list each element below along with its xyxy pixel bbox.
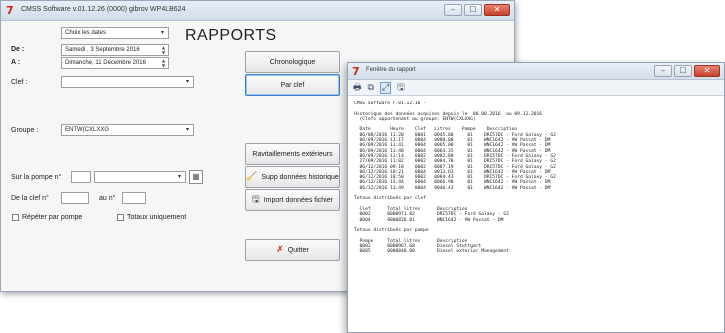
date-from-value: Samedi , 3 Septembre 2016 — [65, 47, 140, 53]
totaux-label: Totaux uniquement — [127, 214, 187, 221]
totaux-checkbox[interactable] — [117, 214, 124, 221]
groupe-select-value: ENTW(CXLXXG — [65, 127, 110, 133]
chronologique-label: Chronologique — [269, 58, 316, 66]
minimize-button[interactable]: – — [444, 4, 462, 16]
app-logo-icon: 7 — [6, 4, 14, 17]
copy-icon[interactable]: ⧉ — [368, 83, 374, 93]
print-icon[interactable]: 🖶 — [353, 80, 362, 96]
quitter-button[interactable]: ✗ Quitter — [245, 239, 340, 261]
close-button[interactable]: ✕ — [484, 4, 510, 16]
groupe-label: Groupe : — [11, 127, 39, 134]
save-icon[interactable]: 🖫 — [397, 80, 405, 96]
window-title: CMSS Software v.01.12.26 (0000) gibrov W… — [21, 6, 186, 13]
import-button[interactable]: 🖫 Import données fichier — [245, 189, 340, 211]
report-line: 0085 0000840.00 Diesel exterior Manageme… — [354, 249, 509, 255]
chevron-down-icon: ▾ — [177, 173, 181, 180]
chronologique-button[interactable]: Chronologique — [245, 51, 340, 73]
chevron-down-icon: ▾ — [185, 78, 189, 85]
broom-icon: 🧹 — [246, 172, 258, 182]
clef-label: Clef : — [11, 79, 28, 86]
suppression-label: Supp données historique — [261, 173, 339, 181]
calculator-icon[interactable]: ▦ — [189, 170, 203, 184]
pompe-label: Sur la pompe n° — [11, 174, 62, 181]
ravitaillements-button[interactable]: Ravitaillements extérieurs — [245, 143, 340, 165]
chevron-down-icon: ▾ — [160, 29, 164, 36]
groupe-select[interactable]: ENTW(CXLXXG ▾ — [61, 124, 194, 136]
repeter-label: Répéter par pompe — [22, 214, 83, 221]
par-clef-label: Par clef — [280, 81, 305, 89]
period-select[interactable]: Choix les dates ▾ — [61, 27, 169, 39]
clef-to-input[interactable] — [122, 192, 146, 204]
de-label: De : — [11, 46, 25, 53]
clef-select[interactable]: ▾ — [61, 76, 194, 88]
report-toolbar: 🖶 ⧉ ⤢ 🖫 — [348, 80, 724, 96]
report-text: CMSS Software r.01.12.16 - Historique des… — [354, 101, 720, 332]
close-button[interactable]: ✕ — [694, 65, 720, 77]
import-label: Import données fichier — [263, 196, 333, 204]
report-window-title: Fenêtre du rapport — [366, 67, 416, 73]
spinner-icon[interactable]: ▲ ▼ — [160, 58, 167, 68]
pompe-number-input[interactable] — [71, 171, 91, 183]
au-label: au n° — [99, 195, 116, 202]
pompe-select[interactable]: ▾ — [94, 171, 186, 183]
par-clef-button[interactable]: Par clef — [245, 74, 340, 96]
maximize-button[interactable]: ☐ — [674, 65, 692, 77]
repeter-checkbox[interactable] — [12, 214, 19, 221]
a-label: A : — [11, 59, 21, 66]
spinner-icon[interactable]: ▲ ▼ — [160, 45, 167, 55]
minimize-button[interactable]: – — [654, 65, 672, 77]
de-clef-label: De la clef n° — [11, 195, 49, 202]
clef-from-input[interactable] — [61, 192, 89, 204]
period-select-value: Choix les dates — [65, 30, 107, 36]
date-to-picker[interactable]: Dimanche, 11 Décembre 2016 ▲ ▼ — [61, 57, 169, 69]
maximize-button[interactable]: ☐ — [464, 4, 482, 16]
title-bar: 7 CMSS Software v.01.12.26 (0000) gibrov… — [1, 1, 514, 21]
save-disk-icon: 🖫 — [252, 195, 260, 205]
report-title-bar: 7 Fenêtre du rapport – ☐ ✕ — [348, 63, 724, 80]
suppression-button[interactable]: 🧹 Supp données historique — [245, 166, 340, 188]
close-x-icon: ✗ — [276, 245, 284, 255]
report-window: 7 Fenêtre du rapport – ☐ ✕ 🖶 ⧉ ⤢ 🖫 CMSS … — [347, 62, 725, 333]
date-to-value: Dimanche, 11 Décembre 2016 — [65, 60, 146, 66]
zoom-icon[interactable]: ⤢ — [379, 81, 392, 94]
date-from-picker[interactable]: Samedi , 3 Septembre 2016 ▲ ▼ — [61, 44, 169, 56]
ravitaillements-label: Ravitaillements extérieurs — [252, 150, 333, 158]
chevron-down-icon: ▾ — [185, 126, 189, 133]
quitter-label: Quitter — [287, 246, 309, 254]
app-logo-icon: 7 — [352, 65, 360, 78]
page-title: RAPPORTS — [185, 27, 277, 44]
